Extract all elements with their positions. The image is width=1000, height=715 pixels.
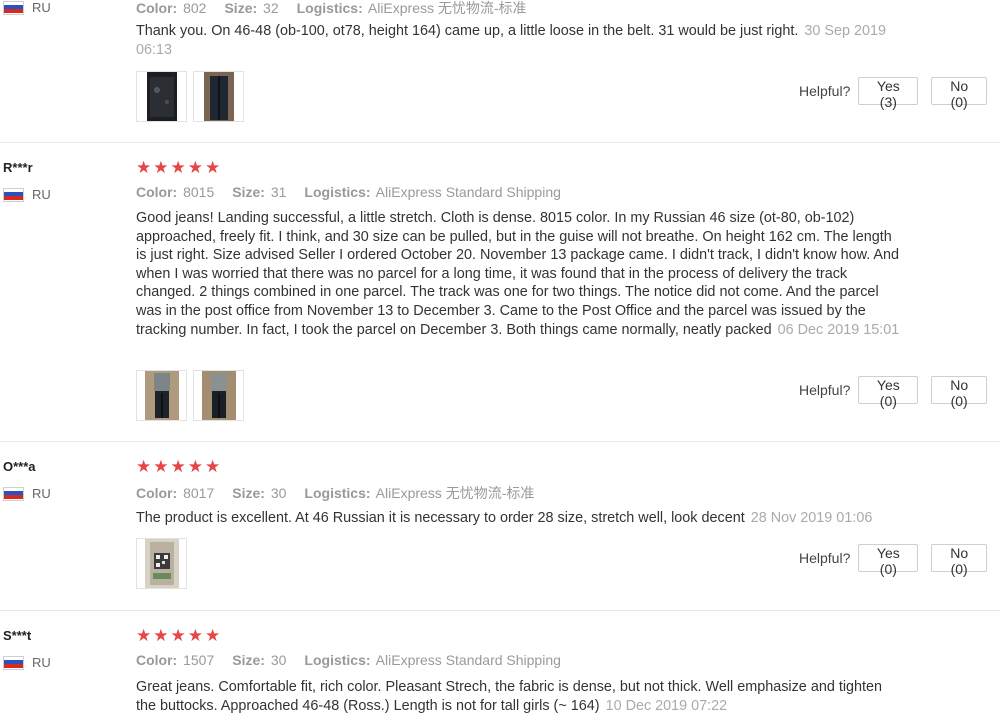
helpful-vote: Helpful? Yes (3) No (0) (799, 77, 1000, 110)
color-value: 8017 (183, 485, 215, 501)
russia-flag-icon (3, 0, 24, 15)
helpful-yes-button[interactable]: Yes (0) (858, 544, 919, 577)
helpful-label: Helpful? (799, 550, 851, 566)
star-icon: ★ (153, 626, 169, 646)
reviewer-name: O***a (3, 459, 36, 474)
star-icon: ★ (153, 457, 169, 477)
review-divider (0, 610, 1000, 611)
star-icon: ★ (205, 158, 221, 178)
russia-flag-icon (3, 486, 24, 501)
size-value: 30 (270, 485, 287, 501)
star-rating: ★ ★ ★ ★ ★ (136, 628, 220, 645)
color-value: 802 (183, 0, 207, 16)
review-photos (136, 538, 187, 589)
review-date: 06 Dec 2019 15:01 (777, 321, 900, 338)
star-icon: ★ (205, 457, 221, 477)
star-icon: ★ (136, 457, 152, 477)
country-code: RU (32, 0, 51, 15)
review-text: Great jeans. Comfortable fit, rich color… (136, 679, 883, 714)
review-divider (0, 142, 1000, 143)
country: RU (3, 187, 51, 202)
country: RU (3, 0, 51, 15)
country-code: RU (32, 187, 51, 202)
review-meta: Color: 8015 Size: 31 Logistics: AliExpress… (136, 184, 561, 200)
color-value: 1507 (183, 652, 215, 668)
logistics-value: AliExpress 无忧物流-标准 (367, 0, 527, 16)
helpful-vote: Helpful? Yes (0) No (0) (799, 544, 1000, 577)
star-icon: ★ (136, 626, 152, 646)
review-photos (136, 71, 244, 122)
helpful-no-button[interactable]: No (0) (931, 376, 987, 409)
logistics-value: AliExpress Standard Shipping (375, 652, 561, 668)
helpful-no-button[interactable]: No (0) (931, 77, 987, 110)
helpful-label: Helpful? (799, 382, 851, 398)
star-icon: ★ (187, 457, 203, 477)
review-meta: Color: 802 Size: 32 Logistics: AliExpress … (136, 0, 527, 16)
helpful-yes-button[interactable]: Yes (0) (858, 376, 919, 409)
star-icon: ★ (205, 626, 221, 646)
star-icon: ★ (136, 158, 152, 178)
country: RU (3, 655, 51, 670)
country: RU (3, 486, 51, 501)
star-icon: ★ (170, 457, 186, 477)
star-rating: ★ ★ ★ ★ ★ (136, 459, 220, 476)
review-photos (136, 370, 244, 421)
review-item: S***t RU ★ ★ ★ ★ ★ Color: 1507 Size: 30 Logist… (0, 626, 1000, 715)
size-value: 31 (270, 184, 287, 200)
review-photo-thumbnail[interactable] (136, 538, 187, 589)
star-icon: ★ (187, 626, 203, 646)
logistics-value: AliExpress Standard Shipping (375, 184, 561, 200)
review-date: 28 Nov 2019 01:06 (750, 510, 873, 526)
helpful-yes-button[interactable]: Yes (3) (858, 77, 919, 110)
country-code: RU (32, 486, 51, 501)
star-icon: ★ (187, 158, 203, 178)
review-text: Thank you. On 46-48 (ob-100, ot78, heigh… (136, 23, 887, 58)
review-photo-thumbnail[interactable] (136, 370, 187, 421)
country-code: RU (32, 655, 51, 670)
star-rating: ★ ★ ★ ★ ★ (136, 160, 220, 177)
star-icon: ★ (170, 626, 186, 646)
reviewer-name: R***r (3, 160, 33, 175)
helpful-no-button[interactable]: No (0) (931, 544, 987, 577)
review-meta: Color: 8017 Size: 30 Logistics: AliExpress… (136, 485, 535, 501)
size-value: 30 (270, 652, 287, 668)
star-icon: ★ (153, 158, 169, 178)
review-divider (0, 441, 1000, 442)
review-date: 10 Dec 2019 07:22 (605, 697, 728, 714)
helpful-label: Helpful? (799, 83, 851, 99)
star-icon: ★ (170, 158, 186, 178)
review-photo-thumbnail[interactable] (193, 370, 244, 421)
review-item: R***r RU ★ ★ ★ ★ ★ Color: 8015 Size: 31 Logist… (0, 158, 1000, 438)
review-item: O***a RU ★ ★ ★ ★ ★ Color: 8017 Size: 30 Logist… (0, 457, 1000, 607)
helpful-vote: Helpful? Yes (0) No (0) (799, 376, 1000, 409)
reviewer-name: S***t (3, 628, 32, 643)
review-item: RU Color: 802 Size: 32 Logistics: AliExpre… (0, 0, 1000, 140)
size-value: 32 (263, 0, 279, 16)
review-text: Good jeans! Landing successful, a little… (136, 210, 900, 338)
review-text: The product is excellent. At 46 Russian … (136, 510, 873, 526)
russia-flag-icon (3, 187, 24, 202)
russia-flag-icon (3, 655, 24, 670)
review-photo-thumbnail[interactable] (136, 71, 187, 122)
review-photo-thumbnail[interactable] (193, 71, 244, 122)
logistics-value: AliExpress 无忧物流-标准 (375, 485, 535, 501)
review-meta: Color: 1507 Size: 30 Logistics: AliExpress… (136, 652, 561, 668)
color-value: 8015 (183, 184, 215, 200)
